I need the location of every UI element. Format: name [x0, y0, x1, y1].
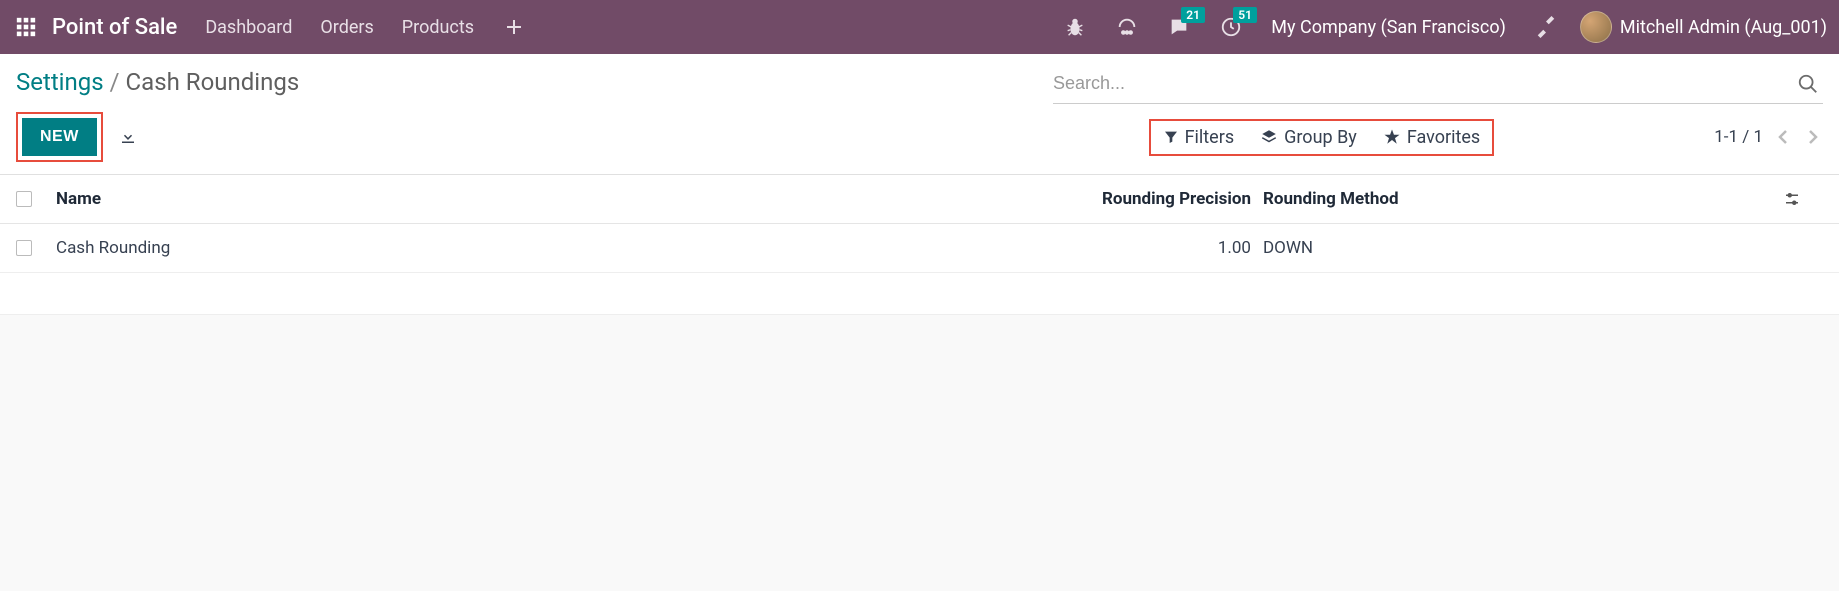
groupby-label: Group By [1284, 127, 1357, 148]
pager-prev-icon[interactable] [1773, 124, 1793, 150]
pager-text[interactable]: 1-1 / 1 [1714, 127, 1763, 147]
messages-badge: 21 [1181, 7, 1205, 23]
row-checkbox[interactable] [16, 240, 32, 256]
user-name: Mitchell Admin (Aug_001) [1620, 17, 1827, 38]
empty-space [0, 273, 1839, 315]
new-button[interactable]: NEW [22, 118, 97, 156]
breadcrumb-parent[interactable]: Settings [16, 68, 104, 96]
col-header-method[interactable]: Rounding Method [1263, 189, 1783, 209]
breadcrumb: Settings / Cash Roundings [16, 64, 299, 108]
activities-clock-icon[interactable]: 51 [1217, 13, 1245, 41]
cell-method: DOWN [1263, 238, 1783, 258]
settings-tools-icon[interactable] [1532, 13, 1560, 41]
filters-label: Filters [1185, 127, 1235, 148]
layers-icon [1260, 128, 1278, 146]
activities-badge: 51 [1233, 7, 1257, 23]
funnel-icon [1163, 129, 1179, 145]
pager: 1-1 / 1 [1494, 124, 1823, 150]
search-input[interactable] [1053, 73, 1793, 94]
messages-icon[interactable]: 21 [1165, 13, 1193, 41]
pager-next-icon[interactable] [1803, 124, 1823, 150]
col-header-precision[interactable]: Rounding Precision [1073, 189, 1263, 209]
table-row[interactable]: Cash Rounding 1.00 DOWN [0, 224, 1839, 273]
app-title[interactable]: Point of Sale [52, 15, 177, 40]
nav-orders[interactable]: Orders [320, 17, 373, 38]
top-navbar: Point of Sale Dashboard Orders Products … [0, 0, 1839, 54]
col-header-name[interactable]: Name [56, 189, 1073, 209]
user-menu[interactable]: Mitchell Admin (Aug_001) [1580, 11, 1827, 43]
cell-precision: 1.00 [1073, 238, 1263, 258]
search-bar [1053, 69, 1823, 104]
groupby-button[interactable]: Group By [1260, 127, 1357, 148]
new-button-highlight: NEW [16, 112, 103, 162]
breadcrumb-separator: / [110, 68, 120, 96]
star-icon [1383, 128, 1401, 146]
filters-button[interactable]: Filters [1163, 127, 1235, 148]
select-all-checkbox[interactable] [16, 191, 32, 207]
nav-dashboard[interactable]: Dashboard [205, 17, 292, 38]
support-icon[interactable] [1113, 13, 1141, 41]
favorites-button[interactable]: Favorites [1383, 127, 1480, 148]
filters-highlight: Filters Group By Favorites [1149, 119, 1495, 156]
avatar [1580, 11, 1612, 43]
optional-columns-icon[interactable] [1783, 190, 1823, 208]
search-icon[interactable] [1793, 69, 1823, 99]
list-view: Name Rounding Precision Rounding Method … [0, 175, 1839, 315]
nav-add-icon[interactable] [506, 19, 522, 35]
download-icon[interactable] [119, 128, 137, 146]
breadcrumb-current: Cash Roundings [126, 68, 300, 96]
company-selector[interactable]: My Company (San Francisco) [1271, 17, 1506, 38]
table-header: Name Rounding Precision Rounding Method [0, 175, 1839, 224]
nav-products[interactable]: Products [402, 17, 474, 38]
control-panel: Settings / Cash Roundings NEW Filters [0, 54, 1839, 175]
cell-name: Cash Rounding [56, 238, 1073, 258]
favorites-label: Favorites [1407, 127, 1480, 148]
apps-grid-icon[interactable] [12, 13, 40, 41]
debug-bug-icon[interactable] [1061, 13, 1089, 41]
